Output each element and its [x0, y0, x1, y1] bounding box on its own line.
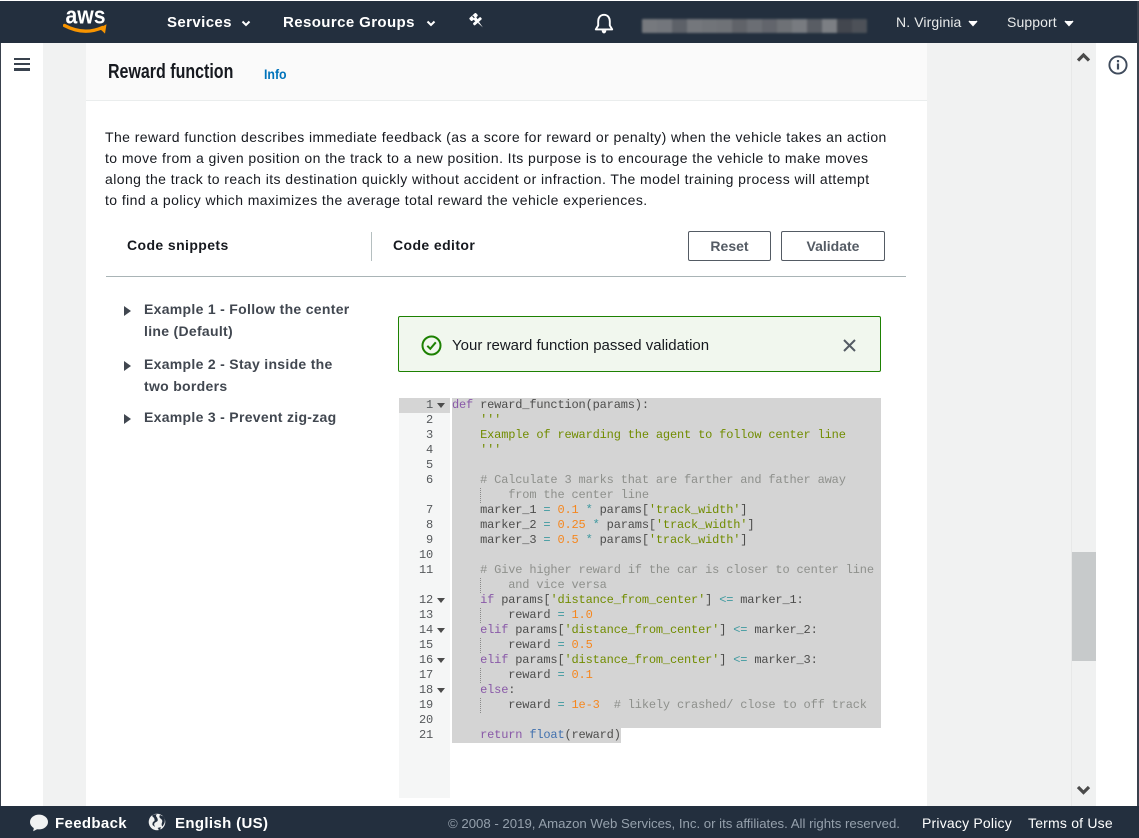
svg-text:aws: aws	[66, 6, 106, 30]
